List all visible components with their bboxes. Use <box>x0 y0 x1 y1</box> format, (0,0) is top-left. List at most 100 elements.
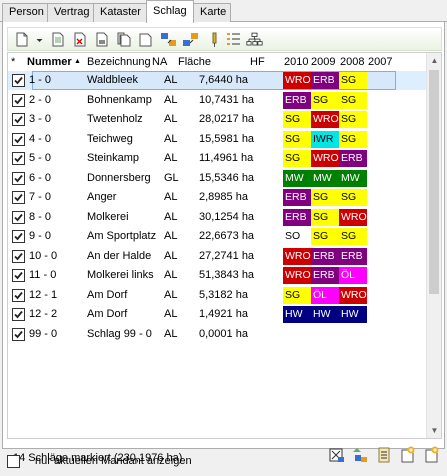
cell-flaeche: 51,3843 ha <box>199 269 255 281</box>
list-icon[interactable] <box>225 31 242 48</box>
copy-icon[interactable] <box>115 31 132 48</box>
cell-bezeichnung: Waldbleek <box>87 74 138 86</box>
crop-cell: ERB <box>283 91 311 109</box>
table-row[interactable]: 12 - 1 Am Dorf AL 5,3182 ha SG ÖL WRO <box>8 286 428 305</box>
crop-cell: WRO <box>339 286 367 304</box>
cell-bezeichnung: Twetenholz <box>87 113 143 125</box>
cell-nummer: 6 - 0 <box>29 171 52 184</box>
row-checkbox[interactable] <box>12 230 25 243</box>
cell-flaeche: 2,8985 ha <box>199 191 248 203</box>
mandant-filter-checkbox[interactable] <box>7 455 20 468</box>
cell-flaeche: 11,4961 ha <box>199 152 254 164</box>
cell-bezeichnung: Schlag 99 - 0 <box>87 327 152 340</box>
export-icon[interactable] <box>137 31 154 48</box>
crop-cell: SG <box>311 228 339 245</box>
cell-na: AL <box>164 132 178 145</box>
scroll-thumb[interactable] <box>429 70 439 294</box>
new-icon[interactable] <box>13 31 30 48</box>
table-row[interactable]: 11 - 0 Molkerei links AL 51,3843 ha WRO ERB ÖL <box>8 266 428 285</box>
tab-kataster[interactable]: Kataster <box>93 3 147 22</box>
table-row[interactable]: 4 - 0 Teichweg AL 15,5981 ha SG IWR SG <box>8 130 428 149</box>
row-checkbox[interactable] <box>12 132 25 146</box>
row-checkbox[interactable] <box>12 93 25 107</box>
merge-icon[interactable] <box>182 31 199 48</box>
cell-na: AL <box>164 269 178 281</box>
cell-flaeche: 7,6440 ha <box>199 74 248 86</box>
row-checkbox[interactable] <box>12 327 25 341</box>
crop-cell: WRO <box>311 150 339 167</box>
row-checkbox[interactable] <box>12 210 25 224</box>
cell-bezeichnung: Molkerei <box>87 210 129 223</box>
tool-icon[interactable] <box>206 31 223 48</box>
crop-cell: SG <box>339 189 367 206</box>
dropdown-arrow-icon[interactable] <box>31 31 43 48</box>
table-row[interactable]: 8 - 0 Molkerei AL 30,1254 ha ERB SG WRO <box>8 208 428 227</box>
mandant-filter-label: nur aktuellen Mandant anzeigen <box>35 455 192 467</box>
row-checkbox[interactable] <box>12 113 25 126</box>
cell-nummer: 9 - 0 <box>29 230 52 242</box>
add-icon[interactable] <box>398 446 416 464</box>
cell-nummer: 99 - 0 <box>29 327 58 340</box>
row-checkbox[interactable] <box>12 308 25 321</box>
add-copy-icon[interactable] <box>422 446 440 464</box>
print-icon[interactable] <box>93 31 110 48</box>
vertical-scrollbar[interactable]: ▲ ▼ <box>426 53 441 438</box>
cell-na: AL <box>164 113 178 125</box>
row-checkbox[interactable] <box>12 152 25 165</box>
cell-nummer: 8 - 0 <box>29 210 52 223</box>
col-bezeichnung[interactable]: Bezeichnung <box>87 56 151 68</box>
tab-person[interactable]: Person <box>2 3 48 22</box>
checkmark-icon <box>14 174 23 182</box>
cell-bezeichnung: Teichweg <box>87 132 133 145</box>
table-row[interactable]: 7 - 0 Anger AL 2,8985 ha ERB SG SG <box>8 188 428 207</box>
row-checkbox[interactable] <box>12 171 25 185</box>
checkmark-icon <box>14 76 23 85</box>
table-row[interactable]: 99 - 0 Schlag 99 - 0 AL 0,0001 ha <box>8 325 428 344</box>
table-row[interactable]: 5 - 0 Steinkamp AL 11,4961 ha SG WRO ERB <box>8 149 428 168</box>
delete-icon[interactable] <box>71 31 88 48</box>
import-icon[interactable] <box>160 31 177 48</box>
checkmark-icon <box>14 232 23 241</box>
document-icon[interactable] <box>375 446 393 464</box>
row-checkbox[interactable] <box>12 74 25 87</box>
scroll-down-icon[interactable]: ▼ <box>427 423 441 438</box>
tab-schlag[interactable]: Schlag <box>146 0 194 23</box>
cell-flaeche: 15,5981 ha <box>199 132 255 145</box>
col-2007[interactable]: 2007 <box>368 56 392 68</box>
tree-icon[interactable] <box>246 31 266 48</box>
table-row[interactable]: 9 - 0 Am Sportplatz AL 22,6673 ha SO SG SG <box>8 227 428 246</box>
tab-karte[interactable]: Karte <box>193 3 231 22</box>
row-checkbox[interactable] <box>12 191 25 204</box>
table-row[interactable]: 3 - 0 Twetenholz AL 28,0217 ha SG WRO SG <box>8 110 428 129</box>
col-2008[interactable]: 2008 <box>340 56 364 68</box>
cell-na: AL <box>164 74 178 86</box>
table-row[interactable]: 6 - 0 Donnersberg GL 15,5346 ha MW MW MW <box>8 169 428 188</box>
col-2010[interactable]: 2010 <box>284 56 308 68</box>
col-na[interactable]: NA <box>152 56 167 68</box>
table-row[interactable]: 2 - 0 Bohnenkamp AL 10,7431 ha ERB SG SG <box>8 91 428 110</box>
col-2009[interactable]: 2009 <box>311 56 335 68</box>
col-check[interactable]: * <box>11 56 15 68</box>
scroll-up-icon[interactable]: ▲ <box>427 53 441 68</box>
crop-cell: HW <box>311 306 339 323</box>
row-checkbox[interactable] <box>12 288 25 302</box>
table-row[interactable]: 1 - 0 Waldbleek AL 7,6440 ha WRO ERB SG <box>8 71 428 90</box>
crop-cell: SG <box>339 111 367 128</box>
tab-strip: Person Vertrag Kataster Schlag Karte <box>0 0 447 23</box>
crop-cell: SO <box>283 228 311 245</box>
map-select-icon[interactable] <box>328 446 346 464</box>
cell-na: AL <box>164 152 178 164</box>
col-hf[interactable]: HF <box>250 56 265 68</box>
tab-vertrag[interactable]: Vertrag <box>47 3 94 22</box>
col-flaeche[interactable]: Fläche <box>178 56 211 68</box>
row-checkbox[interactable] <box>12 269 25 282</box>
table-row[interactable]: 10 - 0 An der Halde AL 27,2741 ha WRO ERB ERB <box>8 247 428 266</box>
crop-cell: ERB <box>311 247 339 265</box>
copy-schlag-icon[interactable] <box>351 446 369 464</box>
table-row[interactable]: 12 - 2 Am Dorf AL 1,4921 ha HW HW HW <box>8 305 428 324</box>
crop-cell: SG <box>283 111 311 128</box>
crop-cell: MW <box>311 169 339 187</box>
col-nummer[interactable]: Nummer <box>27 56 72 68</box>
edit-icon[interactable] <box>49 31 66 48</box>
row-checkbox[interactable] <box>12 249 25 263</box>
